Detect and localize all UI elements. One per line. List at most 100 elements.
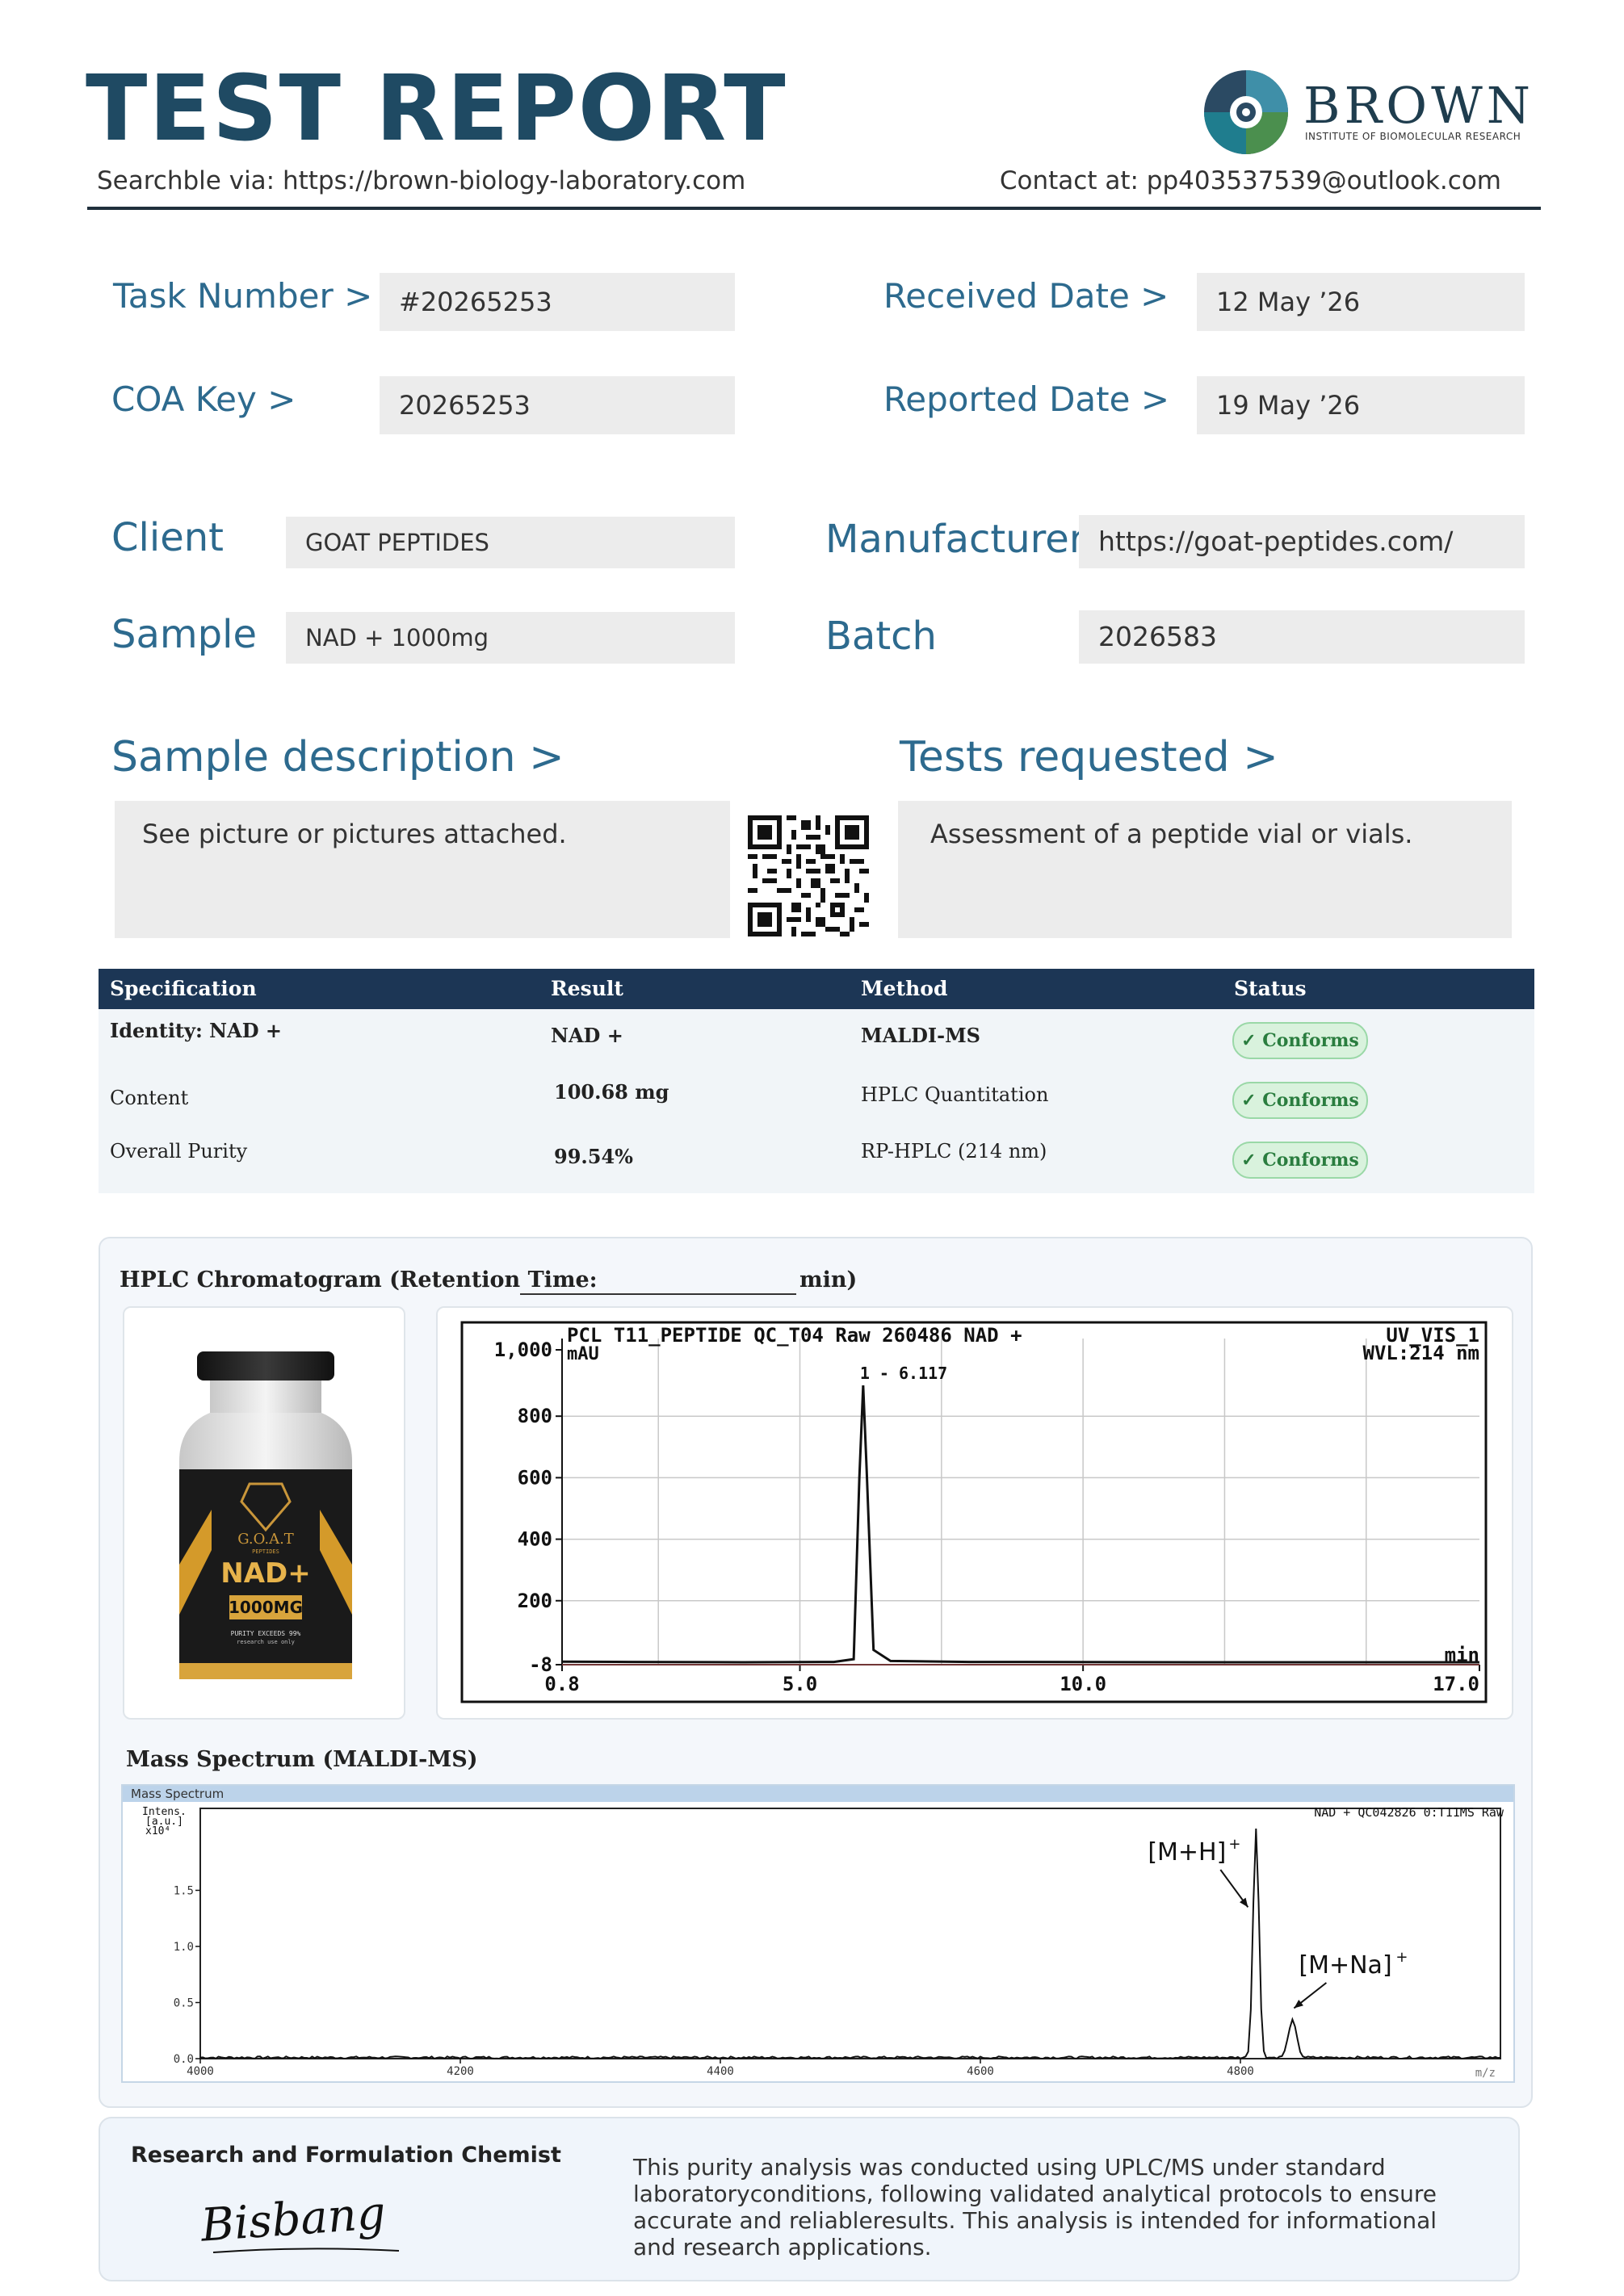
sample-value: NAD + 1000mg [305, 624, 489, 652]
row-1-result: NAD + [551, 1024, 623, 1047]
hplc-y-tick-label: 800 [518, 1405, 552, 1427]
row-2-method: HPLC Quantitation [861, 1083, 1049, 1106]
row-2-result: 100.68 mg [554, 1080, 669, 1104]
retention-time-blank [520, 1293, 796, 1295]
mass-spectrum-title: Mass Spectrum (MALDI-MS) [126, 1747, 478, 1772]
reported-date-label: Reported Date > [883, 379, 1170, 419]
ms-x-tick-label: 4800 [1227, 2065, 1254, 2078]
ms-y-tick-label: 1.0 [174, 1941, 194, 1954]
manufacturer-value: https://goat-peptides.com/ [1098, 526, 1454, 557]
row-1-method: MALDI-MS [861, 1024, 980, 1047]
client-label: Client [111, 515, 224, 560]
footer-card: Research and Formulation Chemist Bisbang… [99, 2117, 1520, 2281]
reported-date-value: 19 May ’26 [1216, 390, 1361, 421]
row-2-specification: Content [110, 1087, 189, 1109]
vial-image: G.O.A.T PEPTIDES NAD+ 1000MG PURITY EXCE… [179, 1351, 352, 1679]
hplc-xlabel: min [1445, 1644, 1479, 1666]
client-field: GOAT PEPTIDES [286, 517, 735, 568]
mass-spectrum-card: Mass Spectrum 1.5 1.0 0.5 0.0 4000 4200 4400 4… [121, 1784, 1515, 2083]
qr-code-icon[interactable] [748, 815, 869, 936]
ms-peak-label-sup: + [1228, 1836, 1240, 1853]
ms-ylabel-line-3: x10⁴ [145, 1825, 170, 1837]
ms-y-tick-label: 0.0 [174, 2053, 194, 2066]
specification-table: Specification Result Method Status Ident… [99, 969, 1534, 1193]
row-1-specification: Identity: NAD + [110, 1019, 283, 1042]
sample-field: NAD + 1000mg [286, 612, 735, 664]
received-date-label: Received Date > [883, 276, 1169, 316]
ms-peak-label: [M+Na] [1299, 1951, 1391, 1980]
row-3-specification: Overall Purity [110, 1140, 248, 1163]
ms-y-tick-label: 1.5 [174, 1885, 194, 1898]
chemist-signature: Bisbang [199, 2188, 400, 2253]
row-3-status-badge: ✓ Conforms [1232, 1142, 1368, 1179]
brown-logo-icon [1204, 70, 1288, 154]
vial-note-text: PURITY EXCEEDS 99% [231, 1630, 301, 1637]
logo-wordmark: BROWN [1303, 76, 1535, 135]
search-url-line: Searchble via: https://brown-biology-lab… [97, 166, 746, 195]
ms-peak-label-sup: + [1395, 1949, 1408, 1966]
coa-key-value: 20265253 [399, 390, 531, 421]
header-divider [87, 207, 1541, 210]
tests-requested-box: Assessment of a peptide vial or vials. [898, 801, 1512, 938]
received-date-field: 12 May ’26 [1197, 273, 1525, 331]
sample-description-box: See picture or pictures attached. [115, 801, 730, 938]
ms-xlabel: m/z [1475, 2067, 1496, 2080]
hplc-y-tick-label: 600 [518, 1466, 552, 1489]
ms-peak-label: [M+H] [1148, 1838, 1226, 1867]
manufacturer-label: Manufacturer [825, 517, 1085, 562]
tests-requested-text: Assessment of a peptide vial or vials. [930, 819, 1413, 849]
vial-brand-sub-text: PEPTIDES [252, 1548, 279, 1555]
vial-note2-text: research use only [237, 1639, 295, 1645]
ms-peak-arrowhead [1240, 1897, 1248, 1908]
hplc-chromatogram-chart: 1,000800600400200-8 0.8 5.0 10.0 17.0 PCL T… [460, 1321, 1488, 1703]
ms-x-tick-label: 4000 [187, 2065, 214, 2078]
hplc-y-tick-label: 1,000 [494, 1339, 552, 1361]
row-3-method: RP-HPLC (214 nm) [861, 1140, 1047, 1163]
row-3-result: 99.54% [554, 1145, 633, 1168]
batch-field: 2026583 [1079, 610, 1525, 664]
hplc-y-tick-label: 200 [518, 1590, 552, 1612]
coa-key-label: COA Key > [111, 379, 296, 419]
batch-value: 2026583 [1098, 621, 1217, 652]
vial-product-text: NAD+ [220, 1557, 310, 1590]
sample-description-heading: Sample description > [111, 733, 564, 781]
reported-date-field: 19 May ’26 [1197, 376, 1525, 434]
hplc-chart-card: 1,000 800 600 400 200 -8 0.8 5.0 10.0 17.0 PCL T… [436, 1306, 1513, 1720]
ms-top-annotation: NAD + QC042826 0:T11MS Raw [1314, 1805, 1504, 1820]
column-header-specification: Specification [110, 977, 257, 1000]
mass-spectrum-chart: 1.5 1.0 0.5 0.0 4000 4200 4400 4600 4800 NAD + … [142, 1805, 1504, 2080]
report-title: TEST REPORT [86, 57, 787, 161]
hplc-x-tick-label: 17.0 [1433, 1673, 1479, 1695]
ms-y-tick-label: 0.5 [174, 1997, 194, 2010]
hplc-chart-title: PCL T11_PEPTIDE QC_T04 Raw 260486 NAD + [567, 1324, 1022, 1347]
row-2-status-badge: ✓ Conforms [1232, 1082, 1368, 1119]
task-number-field: #20265253 [380, 273, 735, 331]
contact-email-line: Contact at: pp403537539@outlook.com [999, 166, 1501, 195]
received-date-value: 12 May ’26 [1216, 287, 1361, 317]
tests-requested-heading: Tests requested > [900, 733, 1278, 781]
column-header-result: Result [551, 977, 623, 1000]
sample-label: Sample [111, 612, 257, 657]
vial-dose-text: 1000MG [229, 1598, 303, 1617]
ms-plot-frame [199, 1808, 1501, 2059]
task-number-label: Task Number > [113, 276, 373, 316]
analysis-panel: HPLC Chromatogram (Retention Time: min) … [99, 1237, 1533, 2108]
hplc-y-tick-label: 400 [518, 1528, 552, 1551]
hplc-x-tick-label: 5.0 [783, 1673, 817, 1695]
sample-description-text: See picture or pictures attached. [142, 819, 567, 849]
column-header-status: Status [1234, 977, 1307, 1000]
chemist-label: Research and Formulation Chemist [131, 2143, 561, 2168]
ms-x-tick-label: 4200 [447, 2065, 474, 2078]
hplc-ylabel: mAU [567, 1344, 599, 1364]
ms-x-tick-label: 4600 [967, 2065, 994, 2078]
svg-text:Bisbang: Bisbang [199, 2188, 388, 2252]
hplc-title-suffix: min) [799, 1267, 858, 1293]
disclaimer-text: This purity analysis was conducted using… [633, 2154, 1437, 2260]
column-header-method: Method [861, 977, 948, 1000]
task-number-value: #20265253 [399, 287, 552, 317]
logo-subtitle: INSTITUTE OF BIOMOLECULAR RESEARCH [1305, 131, 1521, 142]
batch-label: Batch [825, 614, 937, 659]
hplc-x-tick-label: 10.0 [1060, 1673, 1106, 1695]
hplc-peak-label: 1 - 6.117 [860, 1364, 947, 1383]
vial-photo-card: G.O.A.T PEPTIDES NAD+ 1000MG PURITY EXCE… [123, 1306, 405, 1720]
